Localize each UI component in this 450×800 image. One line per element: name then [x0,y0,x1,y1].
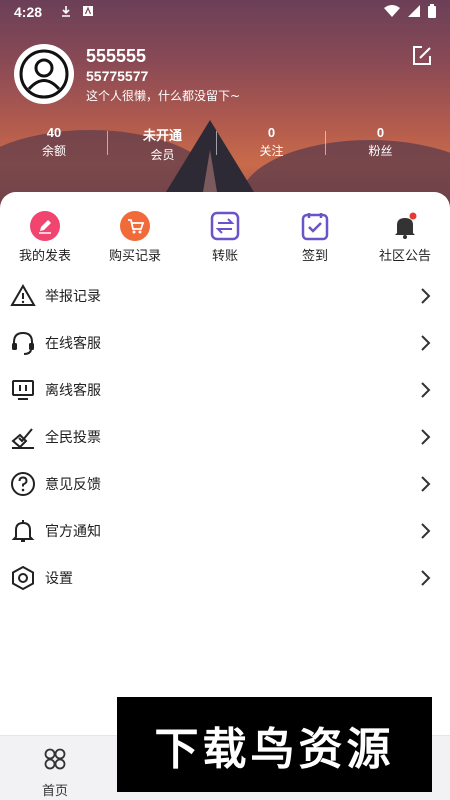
quick-actions: 我的发表 购买记录 转账 签到 社区公告 [0,210,450,264]
pen-icon [29,210,61,242]
headset-icon [10,330,36,356]
quick-announcements[interactable]: 社区公告 [360,210,450,264]
quick-action-label: 签到 [301,249,328,264]
menu-item-label: 离线客服 [45,382,101,399]
quick-action-label: 转账 [211,249,238,264]
menu-item-offline-service[interactable]: 离线客服 [0,366,450,413]
stat-label: 会员 [150,148,175,162]
wifi-icon [384,4,400,20]
menu-item-label: 举报记录 [45,288,101,305]
chevron-right-icon [419,286,431,306]
bell-outline-icon [10,518,36,544]
chevron-right-icon [419,333,431,353]
tab-home-label: 首页 [41,784,68,799]
stat-membership[interactable]: 未开通 会员 [108,125,217,163]
stat-value: 40 [46,125,62,140]
stat-value: 未开通 [142,128,182,143]
status-time: 4:28 [14,4,43,20]
menu-item-label: 设置 [45,570,73,587]
menu-item-settings[interactable]: 设置 [0,554,450,601]
checkin-icon [299,210,331,242]
stat-label: 关注 [259,144,284,158]
question-icon [10,471,36,497]
a-icon [82,5,94,20]
monitor-icon [10,377,36,403]
bell-icon [389,210,421,242]
edit-icon [413,46,431,65]
menu-item-label: 在线客服 [45,335,101,352]
menu-item-label: 官方通知 [45,523,101,540]
menu-item-online-service[interactable]: 在线客服 [0,319,450,366]
stat-followers[interactable]: 0 粉丝 [326,125,435,163]
edit-profile-button[interactable] [410,44,436,70]
stat-label: 粉丝 [368,144,393,158]
user-bio: 这个人很懒，什么都没留下~ [86,89,241,103]
stats-bar: 40 余额 未开通 会员 0 关注 0 粉丝 [0,125,450,163]
quick-checkin[interactable]: 签到 [270,210,360,264]
user-id: 55775577 [86,68,149,84]
quick-purchase-history[interactable]: 购买记录 [90,210,180,264]
menu-list: 举报记录 在线客服 离线客服 全民投票 意见反馈 官方通知 设置 [0,272,450,601]
stat-value: 0 [267,125,276,140]
quick-action-label: 我的发表 [18,249,71,264]
menu-item-feedback[interactable]: 意见反馈 [0,460,450,507]
hexagon-settings-icon [10,565,36,591]
watermark-banner: 下载鸟资源 [117,697,432,792]
avatar[interactable] [14,44,74,104]
status-bar: 4:28 [0,0,450,24]
transfer-icon [209,210,241,242]
menu-item-official-notice[interactable]: 官方通知 [0,507,450,554]
chevron-right-icon [419,474,431,494]
warning-icon [10,283,36,309]
quick-my-posts[interactable]: 我的发表 [0,210,90,264]
download-icon [60,5,72,20]
menu-item-label: 意见反馈 [45,476,101,493]
quick-action-label: 社区公告 [378,249,431,264]
menu-item-label: 全民投票 [45,429,101,446]
chevron-right-icon [419,568,431,588]
quick-action-label: 购买记录 [108,249,161,264]
username: 555555 [86,46,147,66]
tab-home[interactable]: 首页 [30,746,80,799]
menu-item-public-vote[interactable]: 全民投票 [0,413,450,460]
profile-header-background [0,0,450,210]
chevron-right-icon [419,380,431,400]
stat-value: 0 [376,125,385,140]
home-grid-icon [44,748,66,770]
watermark-text: 下载鸟资源 [154,723,395,775]
stat-following[interactable]: 0 关注 [217,125,326,163]
vote-icon [10,424,36,450]
cart-icon [119,210,151,242]
chevron-right-icon [419,427,431,447]
quick-transfer[interactable]: 转账 [180,210,270,264]
signal-icon [408,4,420,20]
chevron-right-icon [419,521,431,541]
battery-icon [428,3,436,21]
stat-label: 余额 [41,144,66,158]
menu-item-report-records[interactable]: 举报记录 [0,272,450,319]
stat-balance[interactable]: 40 余额 [0,125,108,163]
user-icon [19,49,69,99]
